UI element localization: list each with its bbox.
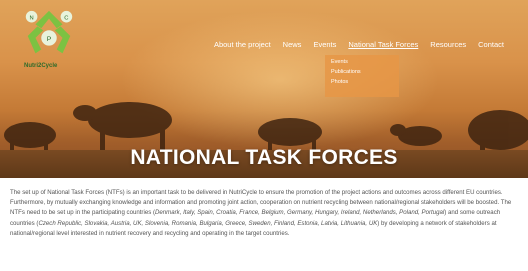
nav-contact[interactable]: Contact [478, 40, 504, 49]
nav-about[interactable]: About the project [214, 40, 271, 49]
outreach-countries: Czech Republic, Slovakia, Austria, UK, S… [38, 219, 378, 227]
dropdown-item-photos[interactable]: Photos [325, 75, 399, 85]
page-title: NATIONAL TASK FORCES [130, 146, 398, 169]
svg-text:N: N [30, 16, 34, 22]
recycle-logo-icon[interactable]: P N C [20, 6, 78, 66]
nav-national-task-forces[interactable]: National Task Forces [348, 40, 418, 49]
svg-text:C: C [64, 16, 68, 22]
participating-countries: Denmark, Italy, Spain, Croatia, France, … [154, 209, 445, 217]
intro-paragraph: The set up of National Task Forces (NTFs… [10, 188, 515, 239]
nav-events[interactable]: Events [313, 40, 336, 49]
dropdown-item-events[interactable]: Events [325, 55, 399, 65]
nav-resources[interactable]: Resources [430, 40, 466, 49]
nav-news[interactable]: News [283, 40, 302, 49]
nav-dropdown-menu: Events Publications Photos [325, 55, 399, 97]
hero-banner: P N C Nutri2Cycle About the project News… [0, 0, 528, 178]
main-nav: About the project News Events National T… [214, 40, 504, 49]
brand-name[interactable]: Nutri2Cycle [24, 63, 57, 69]
svg-text:P: P [47, 36, 52, 43]
dropdown-item-publications[interactable]: Publications [325, 65, 399, 75]
